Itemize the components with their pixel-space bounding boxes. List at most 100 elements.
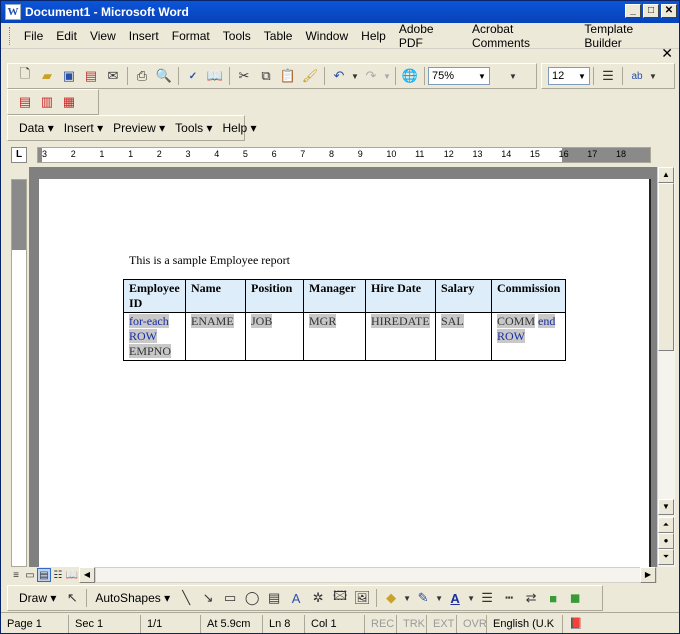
status-rec[interactable]: REC xyxy=(365,614,397,633)
convert-and-review-pdf-icon[interactable]: ▦ xyxy=(58,91,80,113)
vertical-ruler[interactable] xyxy=(11,179,27,567)
scroll-thumb[interactable] xyxy=(658,183,674,351)
cell-name[interactable]: ENAME xyxy=(185,312,246,361)
menu-table[interactable]: Table xyxy=(259,29,301,43)
font-color-icon[interactable]: A xyxy=(444,587,466,609)
reading-layout-icon[interactable]: 📖 xyxy=(65,568,79,582)
shadow-style-icon[interactable]: ■ xyxy=(542,587,564,609)
tb-preview-menu[interactable]: Preview ▾ xyxy=(108,121,170,135)
oval-icon[interactable]: ◯ xyxy=(241,587,263,609)
redo-icon[interactable]: ↷ xyxy=(360,65,382,87)
tb-help-menu[interactable]: Help ▾ xyxy=(218,121,262,135)
minimize-button[interactable]: _ xyxy=(625,4,641,18)
tb-tools-menu[interactable]: Tools ▾ xyxy=(170,121,217,135)
document-close-icon[interactable]: ✕ xyxy=(661,45,673,62)
fill-color-icon[interactable]: ◆ xyxy=(380,587,402,609)
toolbar-options-icon[interactable]: ▼ xyxy=(508,65,518,87)
cell-position[interactable]: JOB xyxy=(245,312,304,361)
draw-menu[interactable]: Draw ▾ xyxy=(14,591,61,605)
status-ovr[interactable]: OVR xyxy=(457,614,487,633)
highlight-dropdown-icon[interactable]: ▼ xyxy=(648,65,658,87)
email-icon[interactable]: ✉ xyxy=(102,65,124,87)
form-field-job[interactable]: JOB xyxy=(251,314,273,328)
highlight-icon[interactable]: ab xyxy=(626,65,648,87)
menu-acrobat-comments[interactable]: Acrobat Comments xyxy=(467,22,579,50)
arrow-style-icon[interactable]: ⇄ xyxy=(520,587,542,609)
arrow-icon[interactable]: ↘ xyxy=(197,587,219,609)
print-layout-icon[interactable]: ▤ xyxy=(37,568,51,582)
form-field-sal[interactable]: SAL xyxy=(441,314,464,328)
print-icon[interactable]: ⎙ xyxy=(131,65,153,87)
form-field-empno[interactable]: EMPNO xyxy=(129,344,172,358)
scroll-left-icon[interactable]: ◀ xyxy=(79,567,95,583)
format-painter-icon[interactable]: 🖌 xyxy=(299,65,321,87)
form-field-comm[interactable]: COMM xyxy=(497,314,536,328)
web-layout-icon[interactable]: ▭ xyxy=(23,568,37,582)
menu-file[interactable]: File xyxy=(19,29,51,43)
cell-manager[interactable]: MGR xyxy=(303,312,366,361)
scroll-right-icon[interactable]: ▶ xyxy=(640,567,656,583)
line-icon[interactable]: ╲ xyxy=(175,587,197,609)
wordart-icon[interactable]: A xyxy=(285,587,307,609)
chevron-down-icon[interactable]: ▼ xyxy=(575,68,589,84)
autoshapes-menu[interactable]: AutoShapes ▾ xyxy=(90,591,175,605)
diagram-icon[interactable]: ✲ xyxy=(307,587,329,609)
new-document-icon[interactable]: 🗋 xyxy=(14,65,36,87)
outline-view-icon[interactable]: ☷ xyxy=(51,568,65,582)
cell-commission[interactable]: COMM end ROW xyxy=(490,312,567,361)
font-color-dropdown-icon[interactable]: ▼ xyxy=(466,587,476,609)
permission-icon[interactable]: ▤ xyxy=(80,65,102,87)
form-field-mgr[interactable]: MGR xyxy=(309,314,337,328)
select-objects-icon[interactable]: ↖ xyxy=(61,587,83,609)
menu-format[interactable]: Format xyxy=(167,29,218,43)
3d-style-icon[interactable]: ◼ xyxy=(564,587,586,609)
status-ext[interactable]: EXT xyxy=(427,614,457,633)
cell-employee-id[interactable]: for-each ROW EMPNO xyxy=(123,312,186,361)
bullets-icon[interactable]: ☰ xyxy=(597,65,619,87)
horizontal-ruler[interactable]: 3 2 1 1 2 3 4 5 6 7 8 9 10 11 12 13 14 15 16 17 18 xyxy=(37,147,651,163)
maximize-button[interactable]: □ xyxy=(643,4,659,18)
close-button[interactable]: ✕ xyxy=(661,4,677,18)
font-size-select[interactable]: 12 ▼ xyxy=(548,67,590,85)
rectangle-icon[interactable]: ▭ xyxy=(219,587,241,609)
dash-style-icon[interactable]: ┅ xyxy=(498,587,520,609)
form-field-hiredate[interactable]: HIREDATE xyxy=(371,314,430,328)
word-app-icon[interactable]: W xyxy=(5,4,21,20)
employee-table[interactable]: Employee ID Name Position Manager Hire D… xyxy=(123,279,567,361)
spelling-status-icon[interactable]: 📕 xyxy=(563,615,589,633)
tb-insert-menu[interactable]: Insert ▾ xyxy=(59,121,108,135)
horizontal-scrollbar[interactable]: ▶ xyxy=(95,567,657,583)
text-box-icon[interactable]: ▤ xyxy=(263,587,285,609)
clip-art-icon[interactable]: 🖾 xyxy=(329,587,351,609)
cell-salary[interactable]: SAL xyxy=(435,312,492,361)
next-page-icon[interactable]: ⏷ xyxy=(658,549,674,565)
print-preview-icon[interactable]: 🔍 xyxy=(153,65,175,87)
cut-icon[interactable]: ✂ xyxy=(233,65,255,87)
normal-view-icon[interactable]: ≡ xyxy=(9,568,23,582)
copy-icon[interactable]: ⧉ xyxy=(255,65,277,87)
tb-data-menu[interactable]: Data ▾ xyxy=(14,121,59,135)
spelling-icon[interactable]: ✓ xyxy=(182,65,204,87)
menubar-grip[interactable] xyxy=(9,26,13,45)
line-style-icon[interactable]: ☰ xyxy=(476,587,498,609)
chevron-down-icon[interactable]: ▼ xyxy=(475,68,489,84)
paste-icon[interactable]: 📋 xyxy=(277,65,299,87)
research-icon[interactable]: 📖 xyxy=(204,65,226,87)
menu-adobe-pdf[interactable]: Adobe PDF xyxy=(394,22,467,50)
menu-window[interactable]: Window xyxy=(300,29,356,43)
line-color-dropdown-icon[interactable]: ▼ xyxy=(434,587,444,609)
document-page[interactable]: This is a sample Employee report Employe… xyxy=(39,179,651,567)
menu-insert[interactable]: Insert xyxy=(124,29,167,43)
zoom-select[interactable]: 75% ▼ xyxy=(428,67,490,85)
fill-color-dropdown-icon[interactable]: ▼ xyxy=(402,587,412,609)
vertical-scrollbar[interactable]: ▲ ▼ ⏶ ● ⏷ xyxy=(657,167,675,567)
hyperlink-icon[interactable]: 🌐 xyxy=(399,65,421,87)
select-browse-object-icon[interactable]: ● xyxy=(658,533,674,549)
open-folder-icon[interactable]: ▰ xyxy=(36,65,58,87)
menu-view[interactable]: View xyxy=(85,29,124,43)
menu-tools[interactable]: Tools xyxy=(218,29,259,43)
cell-hire-date[interactable]: HIREDATE xyxy=(365,312,436,361)
previous-page-icon[interactable]: ⏶ xyxy=(658,517,674,533)
picture-icon[interactable]: 🖼 xyxy=(351,587,373,609)
save-icon[interactable]: ▣ xyxy=(58,65,80,87)
